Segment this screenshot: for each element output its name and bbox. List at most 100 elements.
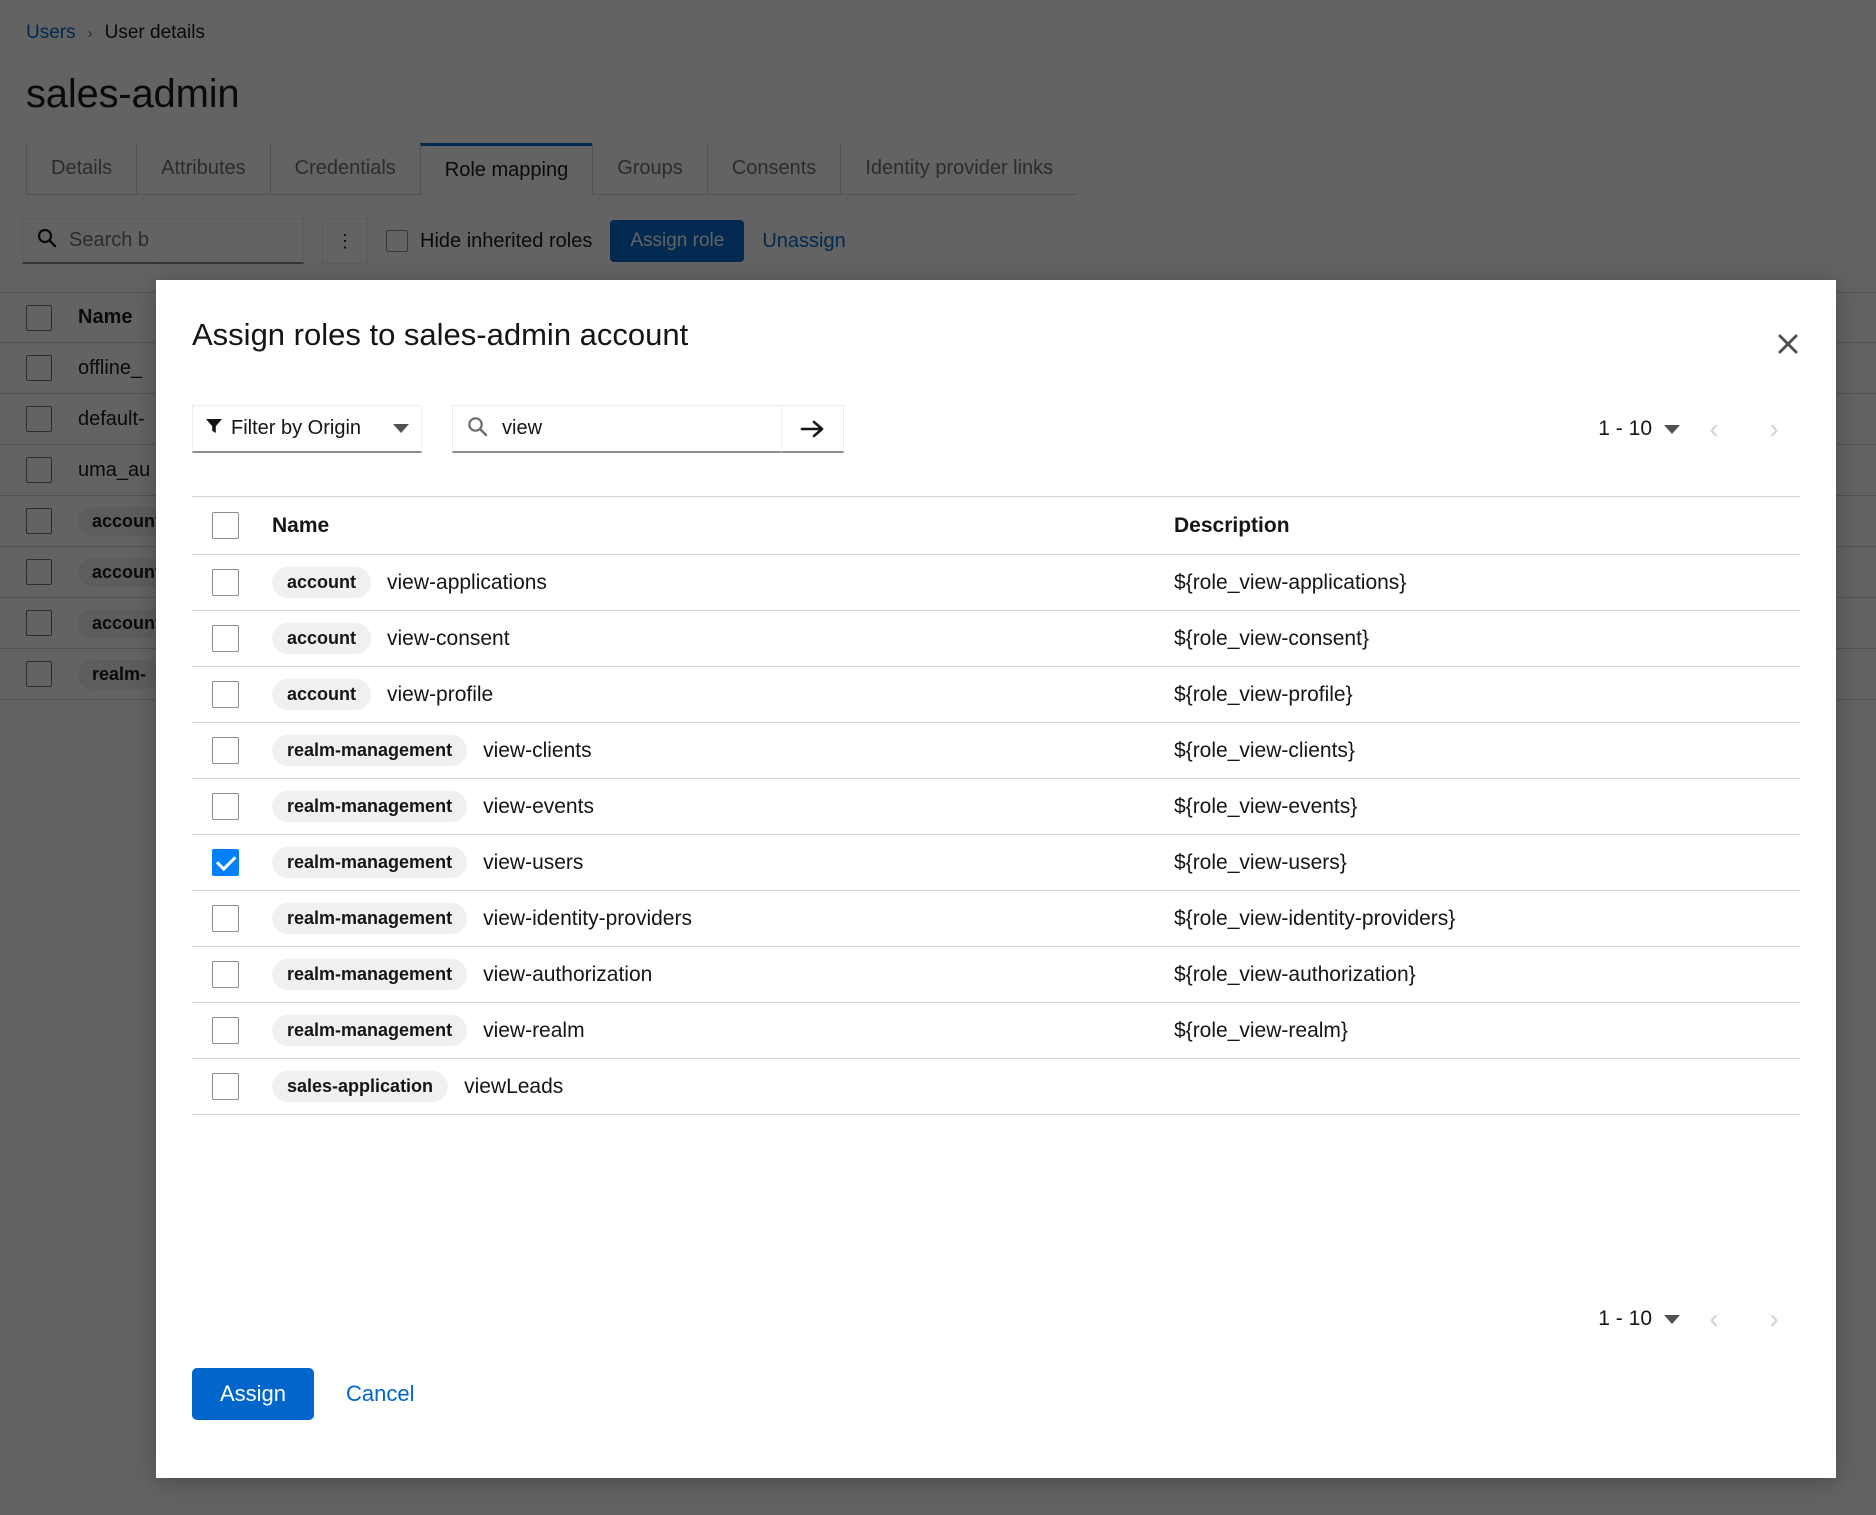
role-name: view-identity-providers	[483, 906, 692, 930]
modal-title: Assign roles to sales-admin account	[192, 317, 689, 352]
role-name: view-authorization	[483, 962, 653, 986]
role-description: ${role_view-realm}	[1174, 1018, 1348, 1042]
row-checkbox-cell	[198, 1073, 272, 1100]
row-checkbox[interactable]	[212, 1073, 239, 1100]
search-input[interactable]	[502, 417, 767, 440]
row-checkbox[interactable]	[212, 681, 239, 708]
row-checkbox-cell	[198, 1017, 272, 1044]
row-name-cell: realm-management view-users	[272, 835, 1174, 890]
row-checkbox[interactable]	[212, 961, 239, 988]
column-header-name: Name	[272, 513, 330, 537]
table-row[interactable]: realm-management view-events ${role_view…	[192, 778, 1800, 834]
row-checkbox-cell	[198, 793, 272, 820]
close-icon[interactable]	[1768, 324, 1808, 364]
role-origin-badge: realm-management	[272, 735, 468, 766]
chevron-right-icon[interactable]: ›	[1748, 1295, 1800, 1343]
pagination-range-dropdown-bottom[interactable]: 1 - 10	[1598, 1307, 1680, 1331]
role-origin-badge: account	[272, 567, 372, 598]
row-name-cell: account view-consent	[272, 611, 1174, 666]
role-name: viewLeads	[464, 1074, 564, 1098]
select-all-cell	[198, 512, 272, 539]
table-row[interactable]: account view-applications ${role_view-ap…	[192, 554, 1800, 610]
pagination-bottom: 1 - 10 ‹ ›	[1598, 1295, 1800, 1343]
role-description: ${role_view-events}	[1174, 794, 1358, 818]
row-checkbox[interactable]	[212, 849, 239, 876]
row-checkbox[interactable]	[212, 625, 239, 652]
role-name: view-applications	[387, 570, 547, 594]
row-checkbox-cell	[198, 569, 272, 596]
modal-toolbar: Filter by Origin view 1 - 10 ‹ ›	[192, 405, 1800, 453]
row-checkbox[interactable]	[212, 905, 239, 932]
role-origin-badge: realm-management	[272, 903, 468, 934]
pagination-range: 1 - 10	[1598, 1307, 1652, 1330]
table-row[interactable]: realm-management view-realm ${role_view-…	[192, 1002, 1800, 1058]
role-name: view-consent	[387, 626, 510, 650]
chevron-down-icon	[393, 424, 409, 433]
role-name: view-clients	[483, 738, 592, 762]
cancel-button[interactable]: Cancel	[330, 1368, 430, 1420]
row-checkbox-cell	[198, 625, 272, 652]
role-description: ${role_view-clients}	[1174, 738, 1355, 762]
role-description: ${role_view-authorization}	[1174, 962, 1416, 986]
pagination-top: 1 - 10 ‹ ›	[1598, 405, 1800, 453]
row-name-cell: realm-management view-realm	[272, 1003, 1174, 1058]
row-checkbox[interactable]	[212, 793, 239, 820]
modal-footer: Assign Cancel	[192, 1368, 431, 1420]
select-all-checkbox[interactable]	[212, 512, 239, 539]
table-row[interactable]: realm-management view-authorization ${ro…	[192, 946, 1800, 1002]
column-header-description: Description	[1174, 513, 1290, 537]
arrow-right-icon[interactable]	[782, 405, 844, 453]
role-description: ${role_view-profile}	[1174, 682, 1353, 706]
row-name-cell: account view-applications	[272, 555, 1174, 610]
role-name: view-profile	[387, 682, 494, 706]
row-checkbox[interactable]	[212, 737, 239, 764]
role-origin-badge: realm-management	[272, 791, 468, 822]
table-row[interactable]: account view-consent ${role_view-consent…	[192, 610, 1800, 666]
row-checkbox-cell	[198, 849, 272, 876]
chevron-right-icon[interactable]: ›	[1748, 405, 1800, 453]
caret-down-icon	[1664, 424, 1680, 434]
row-name-cell: sales-application viewLeads	[272, 1059, 1174, 1114]
filter-icon	[205, 417, 223, 441]
role-origin-badge: account	[272, 623, 372, 654]
role-origin-badge: account	[272, 679, 372, 710]
search-icon	[467, 416, 488, 442]
row-name-cell: realm-management view-events	[272, 779, 1174, 834]
pagination-range-dropdown[interactable]: 1 - 10	[1598, 417, 1680, 441]
caret-down-icon	[1664, 1314, 1680, 1324]
table-row[interactable]: realm-management view-identity-providers…	[192, 890, 1800, 946]
chevron-left-icon[interactable]: ‹	[1688, 1295, 1740, 1343]
search-field-wrapper[interactable]	[452, 405, 798, 453]
filter-by-origin-select[interactable]: Filter by Origin	[192, 405, 422, 453]
row-name-cell: realm-management view-authorization	[272, 947, 1174, 1002]
table-row[interactable]: realm-management view-clients ${role_vie…	[192, 722, 1800, 778]
table-row[interactable]: account view-profile ${role_view-profile…	[192, 666, 1800, 722]
pagination-range: 1 - 10	[1598, 417, 1652, 440]
row-checkbox-cell	[198, 681, 272, 708]
row-checkbox[interactable]	[212, 569, 239, 596]
row-name-cell: account view-profile	[272, 667, 1174, 722]
role-name: view-events	[483, 794, 594, 818]
role-name: view-users	[483, 850, 584, 874]
role-description: ${role_view-applications}	[1174, 570, 1407, 594]
filter-by-origin-label: Filter by Origin	[231, 417, 362, 439]
assign-roles-modal: Assign roles to sales-admin account Filt…	[156, 280, 1836, 1478]
role-description: ${role_view-identity-providers}	[1174, 906, 1456, 930]
role-origin-badge: realm-management	[272, 1015, 468, 1046]
role-description: ${role_view-users}	[1174, 850, 1347, 874]
chevron-left-icon[interactable]: ‹	[1688, 405, 1740, 453]
role-origin-badge: realm-management	[272, 847, 468, 878]
row-checkbox[interactable]	[212, 1017, 239, 1044]
table-row[interactable]: realm-management view-users ${role_view-…	[192, 834, 1800, 890]
table-header-row: Name Description	[192, 496, 1800, 554]
roles-table: Name Description account view-applicatio…	[192, 496, 1800, 1115]
table-row[interactable]: sales-application viewLeads	[192, 1058, 1800, 1115]
row-checkbox-cell	[198, 905, 272, 932]
row-checkbox-cell	[198, 961, 272, 988]
role-description: ${role_view-consent}	[1174, 626, 1369, 650]
row-checkbox-cell	[198, 737, 272, 764]
role-name: view-realm	[483, 1018, 585, 1042]
role-origin-badge: sales-application	[272, 1071, 449, 1102]
assign-button[interactable]: Assign	[192, 1368, 315, 1420]
row-name-cell: realm-management view-clients	[272, 723, 1174, 778]
